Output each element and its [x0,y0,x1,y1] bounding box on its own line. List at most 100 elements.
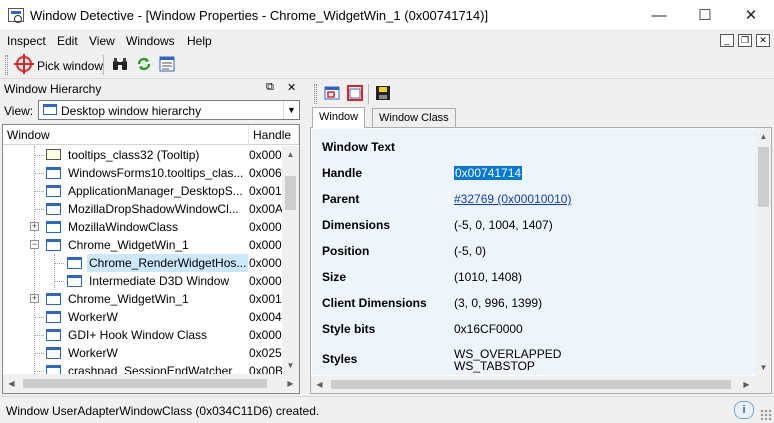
tab-window[interactable]: Window [312,107,366,128]
pick-window-button[interactable]: Pick window [14,53,103,77]
expand-icon[interactable]: + [30,294,39,303]
scroll-left-icon[interactable]: ◀ [3,375,20,392]
property-value: (-5, 0, 1004, 1407) [454,218,553,232]
chevron-down-icon[interactable]: ▼ [283,101,299,119]
node-name: GDI+ Hook Window Class [68,328,208,342]
tree-row[interactable]: GDI+ Hook Window Class 0x000A [3,326,283,344]
window-title: Window Detective - [Window Properties - … [30,8,489,23]
properties-grid[interactable]: Window Text Handle 0x00741714 Parent #32… [310,127,772,394]
node-name: Chrome_RenderWidgetHos... [87,254,249,272]
tree-horizontal-scrollbar[interactable]: ◀ ▶ [3,374,299,393]
close-button[interactable]: ✕ [728,0,774,31]
tree-row[interactable]: − Chrome_WidgetWin_1 0x0001 [3,236,283,254]
scroll-left-icon[interactable]: ◀ [311,376,328,393]
property-row-window-text[interactable]: Window Text [312,134,756,160]
tree-row[interactable]: tooltips_class32 (Tooltip) 0x0001 [3,146,283,164]
tree-row[interactable]: + MozillaWindowClass 0x0001 [3,218,283,236]
mdi-restore-button[interactable]: ❐ [738,34,752,47]
scroll-thumb[interactable] [758,147,769,207]
scroll-right-icon[interactable]: ▶ [282,375,299,392]
mdi-minimize-button[interactable]: _ [720,34,734,47]
tree-vertical-scrollbar[interactable]: ▲ ▼ [282,146,299,374]
node-handle: 0x0001 [249,148,283,162]
window-frame-icon[interactable] [347,85,363,101]
binoculars-icon[interactable] [112,56,128,72]
toolbar-separator [368,84,369,104]
scroll-down-icon[interactable]: ▼ [755,359,771,376]
node-handle: 0x0001 [249,238,283,252]
node-handle: 0x00AI [249,202,283,216]
info-icon[interactable]: i [734,401,754,419]
window-tree[interactable]: Window Handle tooltips_class32 (Tooltip)… [2,124,300,394]
tree-row[interactable]: MozillaDropShadowWindowCl... 0x00AI [3,200,283,218]
property-row-parent[interactable]: Parent #32769 (0x00010010) [312,186,756,212]
maximize-button[interactable]: ☐ [682,0,728,31]
save-icon[interactable] [375,85,391,101]
scroll-up-icon[interactable]: ▲ [755,128,771,145]
property-row-handle[interactable]: Handle 0x00741714 [312,160,756,186]
tree-row[interactable]: crashpad_SessionEndWatcher 0x00BE [3,362,283,374]
pane-close-icon[interactable]: ✕ [287,81,296,94]
view-select-value: Desktop window hierarchy [61,104,202,118]
collapse-icon[interactable]: − [30,240,39,249]
menu-edit[interactable]: Edit [57,34,78,48]
properties-icon[interactable] [159,56,175,72]
tab-window-class[interactable]: Window Class [372,108,456,128]
scroll-up-icon[interactable]: ▲ [282,146,299,163]
handle-value[interactable]: 0x00741714 [454,166,523,180]
highlight-window-icon[interactable] [324,85,340,101]
property-row-position[interactable]: Position (-5, 0) [312,238,756,264]
tree-row[interactable]: ApplicationManager_DesktopS... 0x001D [3,182,283,200]
property-label: Window Text [322,140,395,154]
property-label: Size [322,270,347,284]
property-label: Client Dimensions [322,296,427,310]
column-header-window[interactable]: Window [3,125,249,145]
tree-line [34,155,44,156]
pane-float-icon[interactable]: ⧉ [266,81,274,94]
scroll-thumb[interactable] [285,176,296,210]
property-row-style-bits[interactable]: Style bits 0x16CF0000 [312,316,756,342]
view-label: View: [4,104,34,118]
node-handle: 0x0048 [249,310,283,324]
scroll-right-icon[interactable]: ▶ [738,376,755,393]
node-name: crashpad_SessionEndWatcher [68,364,233,374]
refresh-icon[interactable] [136,56,152,72]
toolbar-grip[interactable] [314,84,317,104]
resize-grip-icon[interactable] [760,409,772,421]
properties-vertical-scrollbar[interactable]: ▲ ▼ [755,128,771,376]
property-row-dimensions[interactable]: Dimensions (-5, 0, 1004, 1407) [312,212,756,238]
column-header-handle[interactable]: Handle [249,125,299,145]
property-row-client-dimensions[interactable]: Client Dimensions (3, 0, 996, 1399) [312,290,756,316]
title-bar: Window Detective - [Window Properties - … [0,0,774,31]
expand-icon[interactable]: + [30,222,39,231]
node-name: WorkerW [68,346,118,360]
tree-row[interactable]: WindowsForms10.tooltips_clas... 0x0061 [3,164,283,182]
property-row-styles[interactable]: Styles WS_OVERLAPPED WS_TABSTOP [312,342,756,375]
tree-row[interactable]: WorkerW 0x0256 [3,344,283,362]
status-message: Window UserAdapterWindowClass (0x034C11D… [6,404,320,418]
tree-row[interactable]: Intermediate D3D Window 0x0001 [3,272,283,290]
tree-row[interactable]: WorkerW 0x0048 [3,308,283,326]
scroll-down-icon[interactable]: ▼ [282,357,299,374]
minimize-button[interactable]: — [636,0,682,31]
menu-help[interactable]: Help [187,34,212,48]
window-icon [46,185,61,197]
menu-inspect[interactable]: Inspect [7,34,46,48]
tree-row-selected[interactable]: Chrome_RenderWidgetHos... 0x0001 [3,254,283,272]
tree-row[interactable]: + Chrome_WidgetWin_1 0x0018 [3,290,283,308]
property-row-size[interactable]: Size (1010, 1408) [312,264,756,290]
tree-line [54,281,64,282]
toolbar-grip[interactable] [5,55,8,75]
properties-horizontal-scrollbar[interactable]: ◀ ▶ [311,376,771,393]
parent-link[interactable]: #32769 (0x00010010) [454,192,571,206]
scroll-thumb[interactable] [331,380,731,389]
node-handle: 0x0061 [249,166,283,180]
menu-view[interactable]: View [89,34,115,48]
tree-line [34,191,44,192]
node-name: tooltips_class32 (Tooltip) [68,148,200,162]
menu-windows[interactable]: Windows [126,34,175,48]
node-name: Intermediate D3D Window [89,274,230,288]
mdi-close-button[interactable]: ✕ [756,34,770,47]
view-select[interactable]: Desktop window hierarchy ▼ [38,100,300,120]
scroll-thumb[interactable] [23,379,267,388]
